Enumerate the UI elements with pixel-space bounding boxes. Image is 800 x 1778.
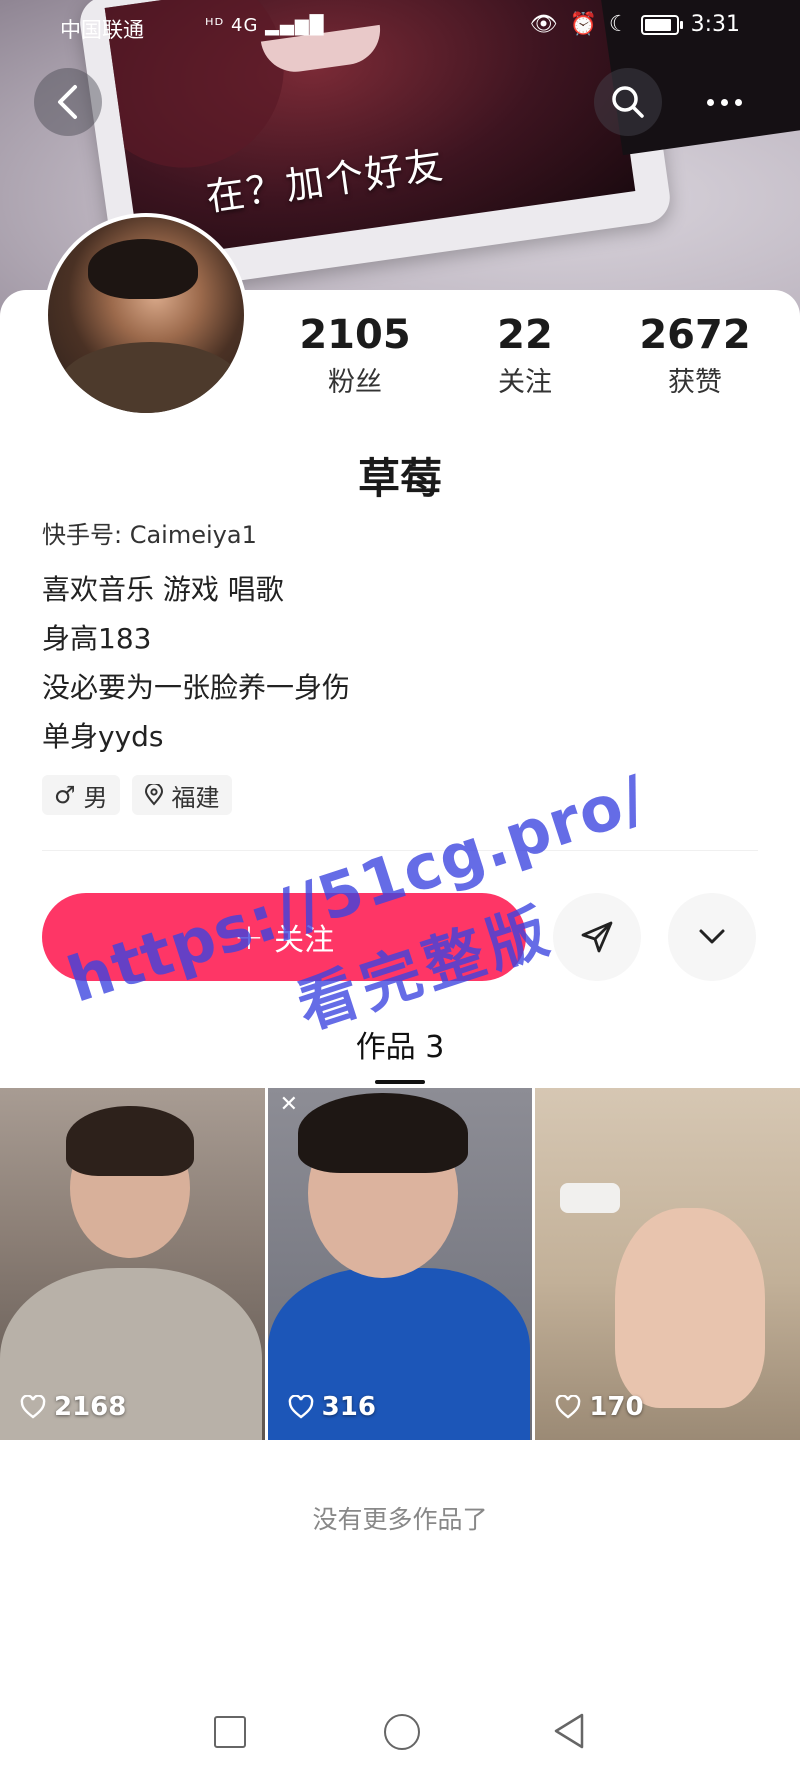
chevron-left-icon: [58, 85, 77, 119]
close-icon: ✕: [279, 1092, 299, 1117]
plus-icon: +: [233, 916, 265, 958]
follow-label: 关注: [274, 923, 335, 958]
location-icon: [144, 784, 163, 806]
signal-icon: ▂▄▆█: [265, 15, 325, 36]
divider: [42, 850, 758, 851]
profile-bio: 喜欢音乐 游戏 唱歌 身高183 没必要为一张脸养一身伤 单身yyds: [42, 565, 350, 761]
time-label: 3:31: [690, 12, 740, 37]
home-button[interactable]: [384, 1714, 420, 1750]
bio-line: 喜欢音乐 游戏 唱歌: [42, 573, 284, 606]
tag-label: 福建: [171, 783, 220, 812]
search-icon: [612, 86, 644, 118]
work-thumbnail[interactable]: 2168: [0, 1088, 265, 1440]
network-label: ᴴᴰ 4G ▂▄▆█: [205, 15, 325, 36]
profile-tags: ♂ 男 福建: [42, 775, 232, 815]
back-button[interactable]: [34, 68, 102, 136]
stat-label: 获赞: [668, 367, 722, 398]
likes-count: 2168: [20, 1392, 126, 1422]
stat-following[interactable]: 22 关注: [440, 312, 610, 399]
stat-fans[interactable]: 2105 粉丝: [270, 312, 440, 399]
status-bar: 中国联通 ᴴᴰ 4G ▂▄▆█ 👁 ⏰ ☾ 3:31: [0, 0, 800, 54]
tab-works[interactable]: 作品 3: [0, 1022, 800, 1066]
no-more-works-text: 没有更多作品了: [312, 1505, 488, 1534]
heart-icon: [556, 1395, 581, 1419]
likes-count: 316: [288, 1392, 376, 1422]
location-tag: 福建: [131, 775, 232, 815]
moon-icon: ☾: [608, 12, 629, 37]
stat-value: 2672: [639, 312, 751, 358]
search-button[interactable]: [594, 68, 662, 136]
male-icon: ♂: [54, 781, 76, 809]
gender-tag: ♂ 男: [42, 775, 120, 815]
bio-line: 单身yyds: [42, 720, 164, 753]
hd-icon: ᴴᴰ: [205, 15, 225, 36]
bio-line: 身高183: [42, 622, 152, 655]
tab-indicator: [375, 1080, 425, 1084]
chevron-down-icon: [699, 929, 725, 944]
more-icon: [706, 98, 742, 106]
tag-label: 男: [83, 783, 108, 812]
eye-icon: 👁: [529, 12, 558, 37]
heart-icon: [288, 1395, 313, 1419]
kuaishou-id[interactable]: 快手号: Caimeiya1: [42, 515, 257, 550]
stat-likes[interactable]: 2672 获赞: [610, 312, 780, 399]
carrier-label: 中国联通: [60, 18, 144, 42]
heart-icon: [20, 1395, 46, 1419]
stat-value: 22: [497, 312, 553, 358]
avatar[interactable]: [44, 213, 248, 417]
profile-stats: 2105 粉丝 22 关注 2672 获赞: [270, 312, 780, 399]
battery-icon: [640, 14, 683, 35]
recents-button[interactable]: [214, 1716, 246, 1748]
stat-label: 粉丝: [328, 367, 382, 398]
more-button[interactable]: [690, 68, 758, 136]
back-nav-button[interactable]: [552, 1712, 586, 1750]
send-icon: [581, 921, 613, 953]
work-thumbnail[interactable]: 170: [535, 1088, 800, 1440]
bio-line: 没必要为一张脸养一身伤: [42, 671, 351, 704]
work-thumbnail[interactable]: ✕ 316: [267, 1088, 533, 1440]
message-button[interactable]: [553, 893, 641, 981]
system-nav-bar: [0, 1708, 800, 1758]
follow-button[interactable]: + 关注: [42, 893, 526, 981]
stat-value: 2105: [299, 312, 411, 358]
alarm-icon: ⏰: [569, 12, 597, 37]
likes-count: 170: [555, 1392, 644, 1422]
recommend-dropdown-button[interactable]: [668, 893, 756, 981]
works-grid: 2168 ✕ 316 170: [0, 1088, 800, 1440]
profile-name: 草莓: [357, 454, 442, 503]
stat-label: 关注: [498, 367, 552, 398]
